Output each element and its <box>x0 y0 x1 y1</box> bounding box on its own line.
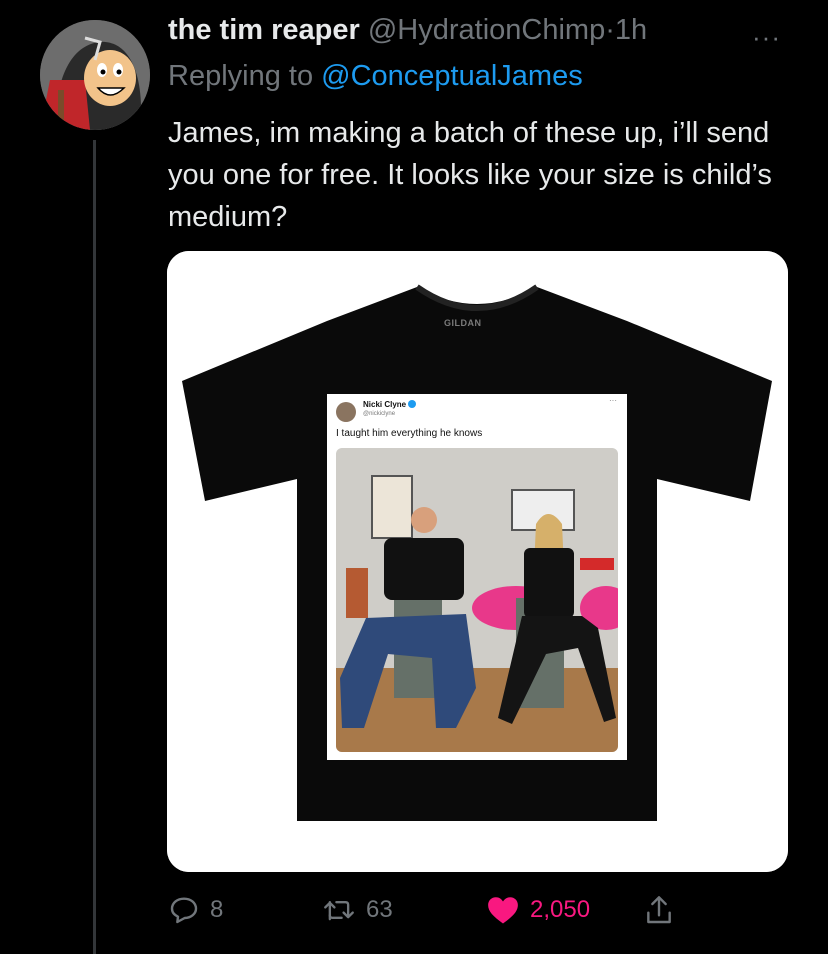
like-count: 2,050 <box>530 896 591 923</box>
more-options-icon[interactable]: ··· <box>752 22 781 53</box>
retweet-count: 63 <box>366 896 393 923</box>
retweet-icon <box>324 900 354 921</box>
replying-to-mention[interactable]: @ConceptualJames <box>321 60 583 92</box>
replying-to-label: Replying to <box>168 60 314 92</box>
reply-icon <box>170 897 198 924</box>
verified-badge-icon <box>408 400 417 408</box>
user-handle[interactable]: @HydrationChimp <box>368 14 605 46</box>
printed-tweet-handle: @nickiclyne <box>363 411 396 417</box>
tweet-text: James, im making a batch of these up, i’… <box>168 117 772 233</box>
replying-to-line: Replying to @ConceptualJames <box>168 60 583 93</box>
share-icon <box>647 896 671 924</box>
heart-icon <box>488 897 518 924</box>
reply-count: 8 <box>210 896 224 923</box>
separator-dot: · <box>605 14 615 46</box>
printed-tweet-photo <box>336 448 618 752</box>
avatar[interactable] <box>40 20 150 130</box>
printed-tweet-more-icon: ··· <box>609 396 617 405</box>
display-name[interactable]: the tim reaper <box>168 14 360 46</box>
avatar-image <box>40 20 150 130</box>
tweet-header: the tim reaper @HydrationChimp·1h <box>168 14 647 47</box>
printed-tweet-avatar <box>336 402 356 422</box>
reply-button[interactable]: 8 <box>168 890 223 930</box>
tweet-actions: 8 63 2,050 <box>168 890 708 930</box>
timestamp[interactable]: 1h <box>615 14 647 46</box>
thread-line <box>93 140 96 954</box>
printed-tweet-text: I taught him everything he knows <box>336 428 483 439</box>
like-button[interactable]: 2,050 <box>486 890 590 930</box>
printed-tweet: Nicki Clyne @nickiclyne ··· I taught him… <box>327 394 627 760</box>
retweet-button[interactable]: 63 <box>322 890 393 930</box>
shirt-brand-tag: GILDAN <box>444 318 482 328</box>
share-button[interactable] <box>644 890 674 930</box>
printed-tweet-name-text: Nicki Clyne <box>363 400 407 409</box>
printed-tweet-name: Nicki Clyne <box>363 400 417 409</box>
